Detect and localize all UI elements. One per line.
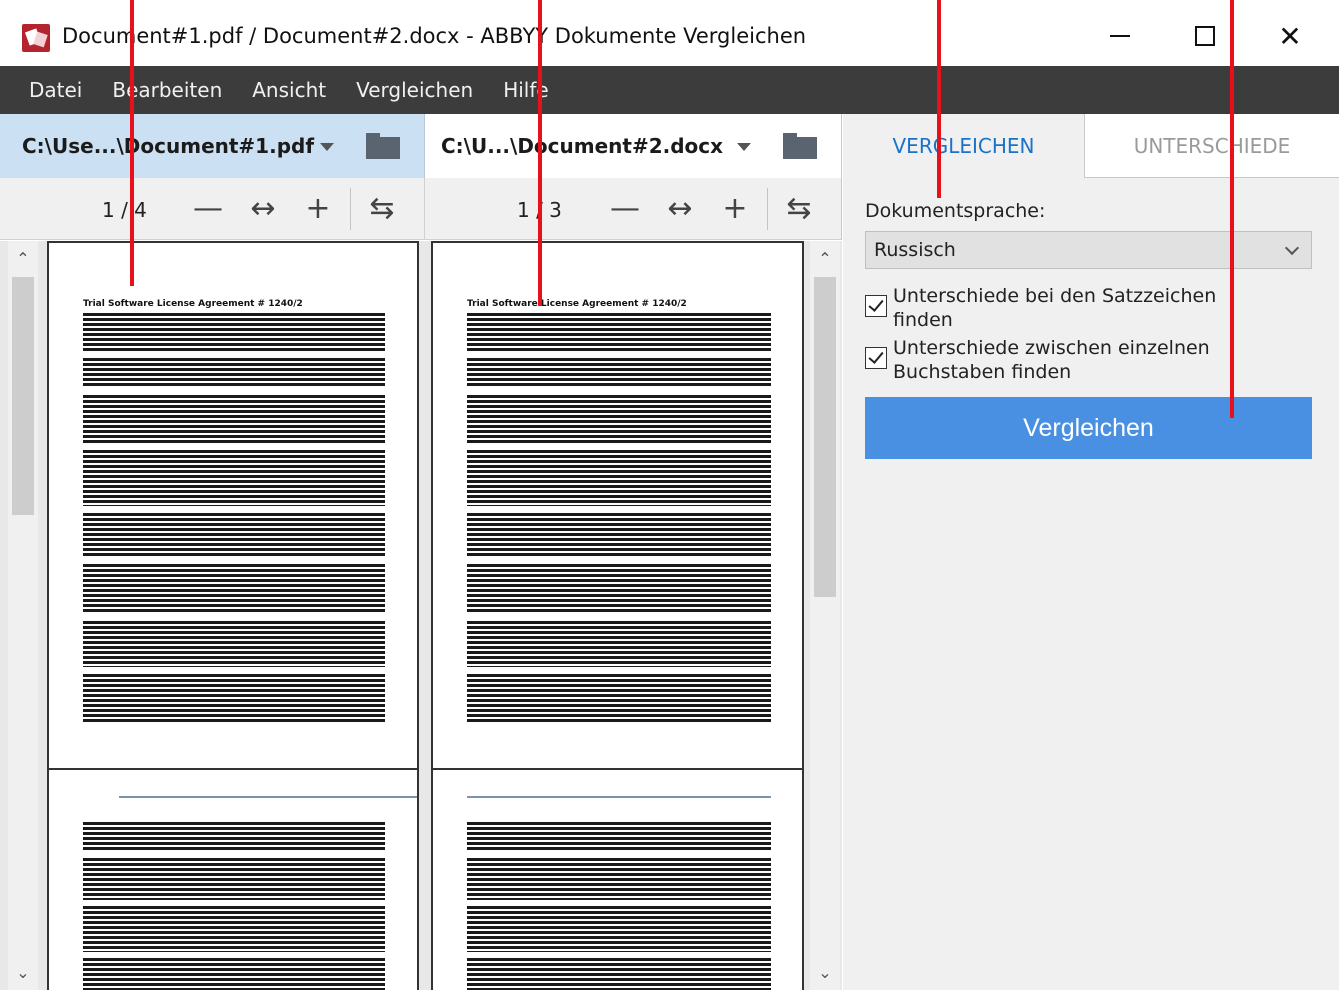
chevron-down-icon[interactable]: ⌄ <box>810 959 840 985</box>
tab-compare[interactable]: VERGLEICHEN <box>843 114 1085 178</box>
text-paragraph <box>83 395 385 443</box>
zoom-out-button[interactable]: — <box>190 190 226 228</box>
panel-tabs: VERGLEICHEN UNTERSCHIEDE <box>843 114 1339 178</box>
menu-ansicht[interactable]: Ansicht <box>237 78 341 102</box>
checkbox-punctuation[interactable] <box>865 295 887 317</box>
menu-hilfe[interactable]: Hilfe <box>488 78 564 102</box>
option-letters-label: Unterschiede zwischen einzelnen Buchstab… <box>893 337 1210 383</box>
document-1-page-2[interactable] <box>47 768 419 990</box>
text-paragraph <box>467 395 771 443</box>
sync-scroll-button[interactable]: ⇆ <box>364 190 400 228</box>
text-paragraph <box>83 958 385 990</box>
chevron-up-icon[interactable]: ⌃ <box>810 245 840 271</box>
fit-width-button[interactable]: ↔ <box>245 190 281 228</box>
option-punctuation[interactable]: Unterschiede bei den Satzzeichen finden <box>865 284 1223 332</box>
option-letters[interactable]: Unterschiede zwischen einzelnen Buchstab… <box>865 336 1223 384</box>
folder-icon[interactable] <box>366 133 400 159</box>
text-paragraph <box>83 513 385 557</box>
language-select[interactable]: Russisch <box>865 231 1312 269</box>
text-paragraph <box>467 313 771 351</box>
text-paragraph <box>83 358 385 388</box>
document-2-page-1[interactable]: Trial Software License Agreement # 1240/… <box>431 241 804 770</box>
maximize-icon <box>1195 26 1215 46</box>
page-title: Trial Software License Agreement # 1240/… <box>467 299 687 309</box>
text-paragraph <box>83 822 385 852</box>
text-paragraph <box>467 822 771 852</box>
left-scrollbar[interactable]: ⌃ ⌄ <box>8 241 38 990</box>
chevron-up-icon[interactable]: ⌃ <box>8 245 38 271</box>
text-paragraph <box>467 674 771 722</box>
scrollbar-thumb[interactable] <box>814 277 836 597</box>
chevron-down-icon[interactable] <box>737 143 751 151</box>
chevron-down-icon[interactable] <box>320 143 334 151</box>
chevron-down-icon <box>1284 240 1300 256</box>
fit-width-button[interactable]: ↔ <box>662 190 698 228</box>
document-1-toolbar: 1 / 4 — ↔ + ⇆ <box>0 178 425 240</box>
text-paragraph <box>83 906 385 952</box>
text-paragraph <box>83 313 385 351</box>
language-value: Russisch <box>874 239 956 261</box>
menu-datei[interactable]: Datei <box>14 78 97 102</box>
right-scrollbar[interactable]: ⌃ ⌄ <box>810 241 840 990</box>
toolbar-divider <box>767 188 768 230</box>
abbyy-app-icon <box>22 24 50 52</box>
minimize-button[interactable] <box>1090 10 1150 62</box>
sync-scroll-button[interactable]: ⇆ <box>781 190 817 228</box>
document-1-header[interactable]: C:\Use...\Document#1.pdf <box>0 114 425 178</box>
text-paragraph <box>467 450 771 506</box>
text-paragraph <box>83 450 385 506</box>
callout-line <box>937 0 941 198</box>
close-button[interactable]: ✕ <box>1260 10 1320 62</box>
menu-vergleichen[interactable]: Vergleichen <box>341 78 488 102</box>
scrollbar-thumb[interactable] <box>12 277 34 515</box>
text-paragraph <box>83 564 385 614</box>
document-2-toolbar: 1 / 3 — ↔ + ⇆ <box>425 178 842 240</box>
chevron-down-icon[interactable]: ⌄ <box>8 959 38 985</box>
minimize-icon <box>1110 35 1130 37</box>
text-paragraph <box>83 621 385 667</box>
text-paragraph <box>467 858 771 900</box>
callout-line <box>1230 0 1234 418</box>
document-2-header[interactable]: C:\U...\Document#2.docx <box>425 114 842 178</box>
text-paragraph <box>467 513 771 557</box>
compare-button[interactable]: Vergleichen <box>865 397 1312 459</box>
callout-line <box>538 0 542 306</box>
document-2-path[interactable]: C:\U...\Document#2.docx <box>441 134 723 158</box>
header-rule <box>119 796 417 798</box>
option-punctuation-label: Unterschiede bei den Satzzeichen finden <box>893 285 1217 331</box>
page-title: Trial Software License Agreement # 1240/… <box>83 299 303 309</box>
text-paragraph <box>467 906 771 952</box>
text-paragraph <box>467 621 771 667</box>
page-counter: 1 / 4 <box>102 198 147 222</box>
text-paragraph <box>83 674 385 722</box>
text-paragraph <box>83 858 385 900</box>
document-1-path[interactable]: C:\Use...\Document#1.pdf <box>22 134 314 158</box>
toolbar-divider <box>350 188 351 230</box>
checkbox-letters[interactable] <box>865 347 887 369</box>
document-2-page-2[interactable] <box>431 768 804 990</box>
menu-bearbeiten[interactable]: Bearbeiten <box>97 78 237 102</box>
menu-bar: Datei Bearbeiten Ansicht Vergleichen Hil… <box>0 66 1339 114</box>
comparison-panel: VERGLEICHEN UNTERSCHIEDE Dokumentsprache… <box>843 114 1339 990</box>
zoom-in-button[interactable]: + <box>717 190 753 228</box>
text-paragraph <box>467 564 771 614</box>
maximize-button[interactable] <box>1175 10 1235 62</box>
text-paragraph <box>467 958 771 990</box>
folder-icon[interactable] <box>783 133 817 159</box>
zoom-out-button[interactable]: — <box>607 190 643 228</box>
callout-line <box>130 0 134 286</box>
title-bar: Document#1.pdf / Document#2.docx - ABBYY… <box>0 0 1339 66</box>
zoom-in-button[interactable]: + <box>300 190 336 228</box>
language-label: Dokumentsprache: <box>865 200 1046 222</box>
tab-differences[interactable]: UNTERSCHIEDE <box>1085 114 1339 178</box>
header-rule <box>467 796 771 798</box>
window-title: Document#1.pdf / Document#2.docx - ABBYY… <box>62 24 807 48</box>
document-1-page-1[interactable]: Trial Software License Agreement # 1240/… <box>47 241 419 770</box>
text-paragraph <box>467 358 771 388</box>
